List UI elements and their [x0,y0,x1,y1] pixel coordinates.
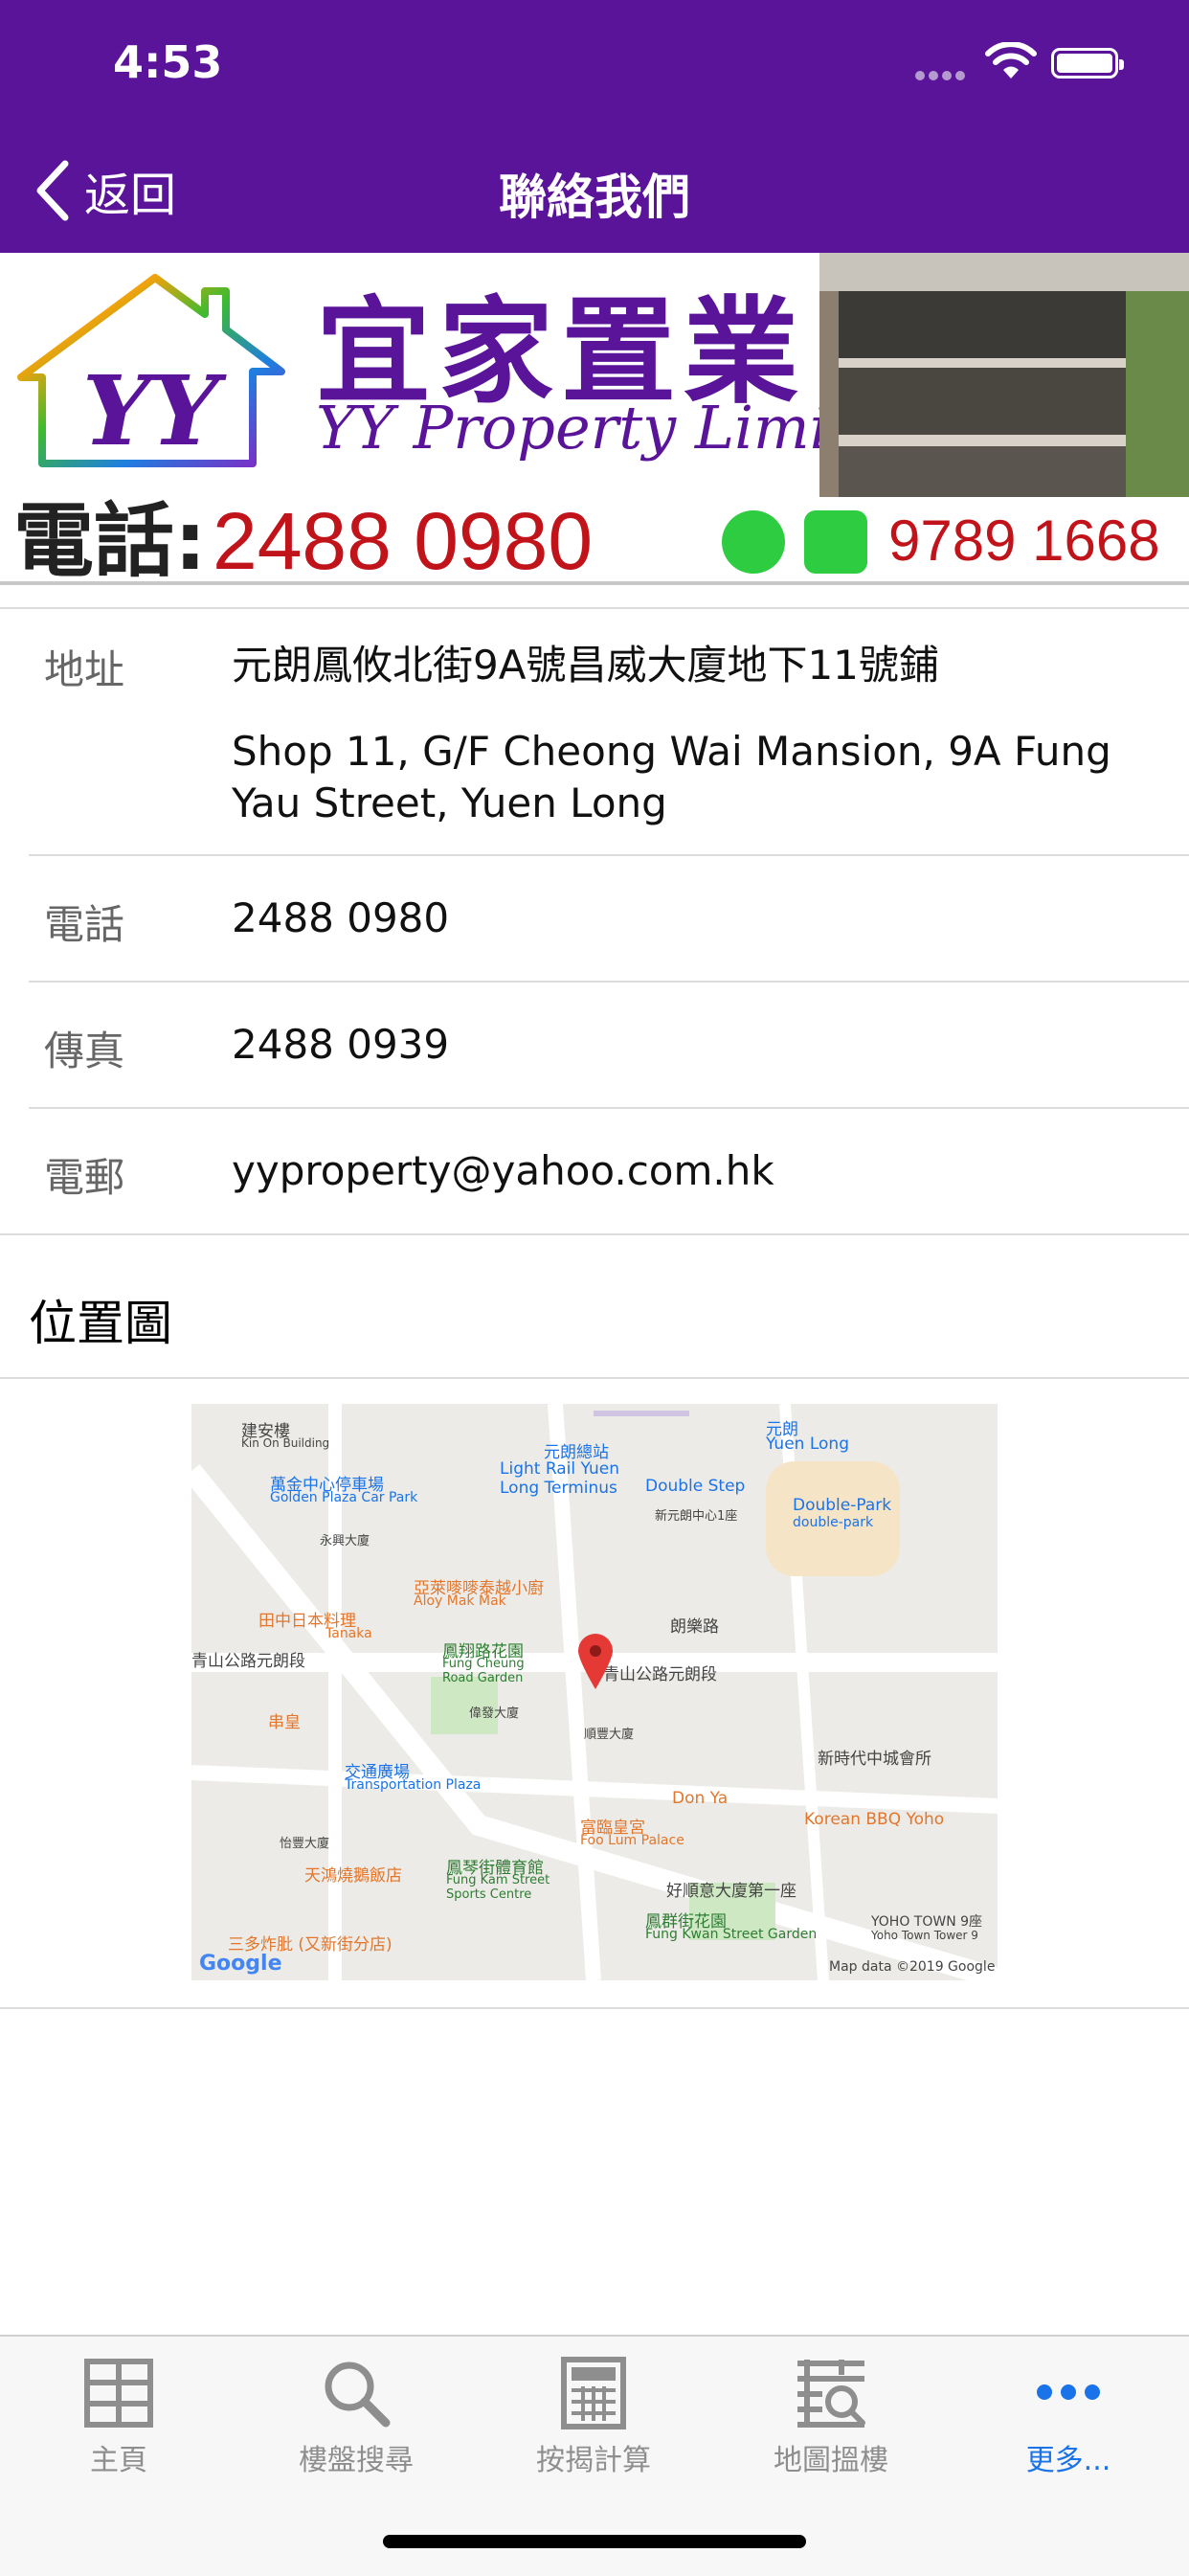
tab-mortgage-calculator[interactable]: 按揭計算 [475,2356,712,2499]
tab-more[interactable]: 更多... [950,2356,1187,2499]
map-label: 朗樂路 [670,1617,719,1637]
mobile-number[interactable]: 9789 1668 [888,497,1160,581]
phone-row-label: 電話 [44,901,125,948]
company-banner: YY 宜家置業 YY Property Limited [0,253,1189,497]
status-time: 4:53 [113,36,223,88]
map-label: Light Rail Yuen [500,1459,619,1479]
map-label: Fung Kwan Street Garden [645,1927,818,1942]
whatsapp-icon[interactable] [722,510,785,574]
map-label: Fung Cheung Road Garden [442,1657,525,1685]
email-label: 電郵 [44,1154,125,1201]
map-label: double-park [793,1515,874,1530]
map-label: Aloy Mak Mak [414,1593,506,1609]
map-label: Yuen Long [766,1435,849,1454]
fax-value: 2488 0939 [232,1021,450,1068]
more-icon [1037,2384,1100,2400]
map-label: Transportation Plaza [345,1777,482,1793]
signal-dot [942,71,952,80]
map-attribution: Map data ©2019 Google [829,1959,996,1975]
phone-strip: 電話: 2488 0980 9789 1668 [0,497,1189,585]
location-title: 位置圖 [29,1296,172,1351]
address-cn: 元朗鳳攸北街9A號昌威大廈地下11號鋪 [232,642,939,689]
tab-label: 樓盤搜尋 [299,2444,414,2477]
tab-home[interactable]: 主頁 [0,2356,237,2499]
map-label: 順豐大廈 [584,1728,635,1742]
map-label: 青山公路元朗段 [191,1652,305,1671]
page-title: 聯絡我們 [499,169,690,225]
map-label: 永興大廈 [320,1534,370,1548]
building-photo [819,253,1189,497]
house-logo-icon: YY [17,274,285,467]
map-label: Yoho Town Tower 9 [871,1929,978,1942]
wechat-icon[interactable] [804,510,867,574]
address-label: 地址 [44,646,125,693]
tab-label: 更多... [1025,2444,1111,2477]
map-label: 青山公路元朗段 [603,1665,717,1684]
svg-text:YY: YY [82,354,227,467]
search-icon [325,2361,391,2428]
fax-label: 傳真 [44,1028,125,1074]
map-label: Double Step [645,1477,746,1496]
tab-label: 主頁 [90,2444,147,2477]
calculator-icon [561,2357,626,2429]
navigation-bar: 4:53 返回 聯絡我們 [0,0,1189,253]
wifi-icon [985,42,1037,79]
map-label: 新元朗中心1座 [655,1509,738,1524]
address-row: 地址 元朗鳳攸北街9A號昌威大廈地下11號鋪 Shop 11, G/F Cheo… [29,609,1189,856]
map-label: 偉發大廈 [469,1706,520,1721]
divider [0,2007,1189,2009]
phone-row[interactable]: 電話 2488 0980 [29,856,1189,983]
map-label: Kin On Building [241,1436,330,1450]
signal-icon [915,71,925,80]
map-label: 怡豐大廈 [280,1837,330,1851]
map-label: 串皇 [268,1713,301,1732]
map-label: Tanaka [325,1626,372,1641]
map-label: Double-Park [793,1496,892,1515]
address-en: Shop 11, G/F Cheong Wai Mansion, 9A Fung… [232,728,1111,826]
map-label: Golden Plaza Car Park [270,1490,418,1505]
grid-icon [84,2359,153,2428]
map-search-icon [797,2360,865,2428]
signal-dot [929,71,938,80]
fax-row: 傳真 2488 0939 [29,983,1189,1109]
map-label: 天鴻燒鵝飯店 [304,1866,402,1886]
map-label: Long Terminus [500,1479,617,1498]
divider [0,1377,1189,1379]
signal-dot [955,71,965,80]
email-value[interactable]: yyproperty@yahoo.com.hk [232,1145,1151,1197]
phone-label: 電話: [13,497,207,585]
tab-property-search[interactable]: 樓盤搜尋 [237,2356,475,2499]
battery-icon [1051,48,1124,79]
map-label: 好順意大廈第一座 [666,1882,796,1901]
tab-label: 按揭計算 [536,2444,651,2477]
tab-map-search[interactable]: 地圖搵樓 [712,2356,950,2499]
map-label: Fung Kam Street Sports Centre [446,1873,550,1902]
google-logo: Google [199,1952,282,1976]
map-label: YOHO TOWN 9座 [871,1914,983,1930]
phone-number[interactable]: 2488 0980 [213,497,593,581]
location-map[interactable]: 建安樓 Kin On Building 元朗總站 Light Rail Yuen… [191,1404,998,1980]
map-label: 新時代中城會所 [818,1750,931,1769]
tab-label: 地圖搵樓 [774,2444,888,2477]
map-label: Foo Lum Palace [580,1833,684,1848]
map-label: Don Ya [672,1789,729,1808]
map-pin-icon [578,1634,613,1689]
phone-row-value[interactable]: 2488 0980 [232,893,1151,944]
email-row[interactable]: 電郵 yyproperty@yahoo.com.hk [0,1109,1189,1235]
home-indicator[interactable] [383,2535,806,2548]
map-label: Korean BBQ Yoho [804,1810,945,1829]
